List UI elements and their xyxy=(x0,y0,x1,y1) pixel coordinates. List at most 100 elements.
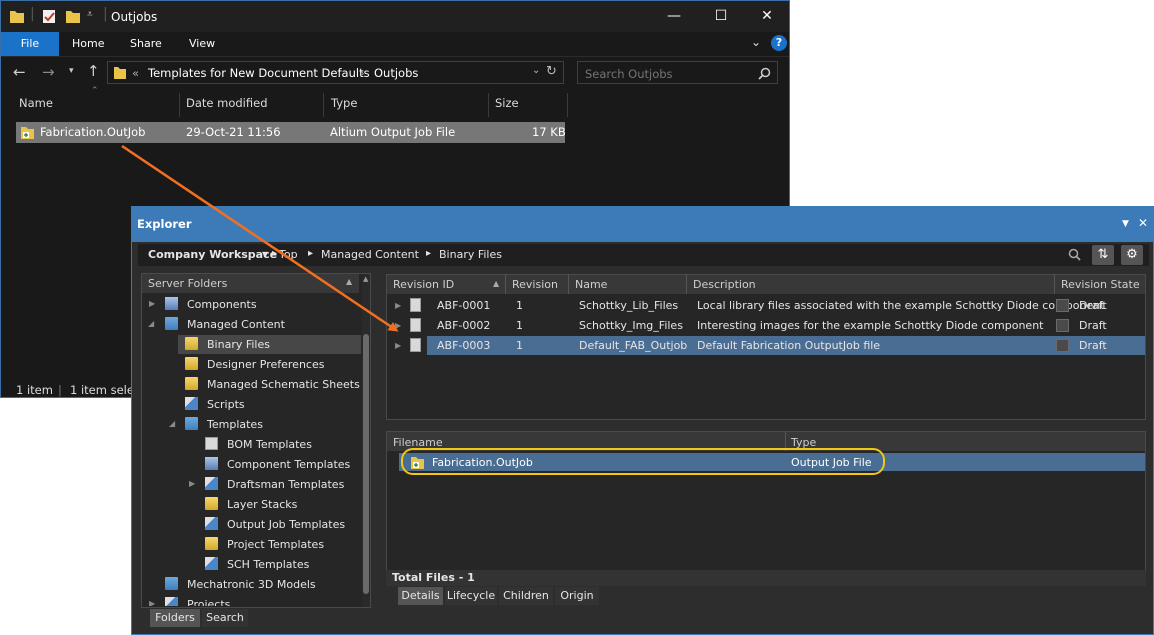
column-header-name[interactable]: Name xyxy=(575,278,607,291)
close-button[interactable]: ✕ xyxy=(744,1,790,32)
column-header-type[interactable]: Type xyxy=(331,96,357,110)
scroll-up-icon[interactable]: ▲ xyxy=(363,275,368,283)
tree-item-mechatronic-3d-models[interactable]: Mechatronic 3D Models xyxy=(142,575,361,594)
column-header-date[interactable]: Date modified xyxy=(186,96,268,110)
expand-icon[interactable]: ▶ xyxy=(149,299,155,308)
forward-arrow-icon[interactable]: → xyxy=(42,63,55,81)
panel-title-bar[interactable]: Explorer ▼ ✕ xyxy=(132,207,1153,242)
expand-ribbon-icon[interactable]: ⌄ xyxy=(751,35,761,49)
tab-home[interactable]: Home xyxy=(72,32,104,56)
quick-access-dropdown-icon[interactable]: ⩡ xyxy=(87,9,93,20)
maximize-button[interactable]: ☐ xyxy=(698,1,744,32)
breadcrumb-templates[interactable]: Templates for New Document Defaults xyxy=(148,66,370,80)
revision-row-selected[interactable]: ▶ ABF-0003 1 Default_FAB_Outjob Default … xyxy=(387,336,1145,355)
tree-item-managed-content[interactable]: ◢ Managed Content xyxy=(142,315,361,334)
tab-file[interactable]: File xyxy=(1,32,59,56)
tree-scrollbar[interactable]: ▲ xyxy=(362,274,370,607)
breadcrumb-outjobs[interactable]: Outjobs xyxy=(374,66,418,80)
path-top[interactable]: Top xyxy=(279,248,298,261)
column-header-revision-state[interactable]: Revision State xyxy=(1061,278,1140,291)
file-type: Altium Output Job File xyxy=(330,125,456,139)
file-row[interactable]: Fabrication.OutJob 29-Oct-21 11:56 Altiu… xyxy=(16,122,566,143)
sort-icon[interactable]: ▲ xyxy=(493,279,499,288)
file-name: Fabrication.OutJob xyxy=(40,125,146,139)
project-template-icon xyxy=(205,537,218,550)
path-separator-icon: ▸ xyxy=(272,248,278,259)
tree-item-components[interactable]: ▶ Components xyxy=(142,295,361,314)
recent-locations-icon[interactable]: ▾ xyxy=(69,66,74,76)
column-header-revision-id[interactable]: Revision ID xyxy=(393,278,454,291)
state-checkbox[interactable] xyxy=(1056,339,1069,352)
panel-close-icon[interactable]: ✕ xyxy=(1138,216,1148,230)
title-bar[interactable]: | ⩡ | Outjobs — ☐ ✕ xyxy=(1,1,789,32)
tree-item-component-templates[interactable]: Component Templates xyxy=(142,455,361,474)
panel-menu-icon[interactable]: ▼ xyxy=(1122,219,1129,229)
up-arrow-icon[interactable]: ↑ xyxy=(87,62,100,80)
path-binary-files[interactable]: Binary Files xyxy=(439,248,502,261)
outjob-file-icon xyxy=(21,127,34,139)
state-checkbox[interactable] xyxy=(1056,319,1069,332)
tree-item-managed-schematic-sheets[interactable]: Managed Schematic Sheets xyxy=(142,375,361,394)
tab-folders[interactable]: Folders xyxy=(150,609,200,627)
folder-icon xyxy=(10,11,24,23)
revision-row[interactable]: ▶ ABF-0002 1 Schottky_Img_Files Interest… xyxy=(387,316,1143,335)
draftsman-template-icon xyxy=(205,477,218,490)
revision-row[interactable]: ▶ ABF-0001 1 Schottky_Lib_Files Local li… xyxy=(387,296,1143,315)
properties-icon[interactable] xyxy=(41,8,57,25)
tree-item-bom-templates[interactable]: BOM Templates xyxy=(142,435,361,454)
tree-item-project-templates[interactable]: Project Templates xyxy=(142,535,361,554)
path-managed-content[interactable]: Managed Content xyxy=(321,248,419,261)
tree-header: Server Folders ▲ xyxy=(142,274,359,293)
breadcrumb-overflow[interactable]: « xyxy=(132,66,139,80)
tree-item-sch-templates[interactable]: SCH Templates xyxy=(142,555,361,574)
settings-button[interactable]: ⚙ xyxy=(1121,245,1143,265)
collapse-icon[interactable]: ◢ xyxy=(148,319,154,328)
refresh-button[interactable]: ⇅ xyxy=(1092,245,1114,265)
tab-details[interactable]: Details xyxy=(398,587,443,605)
column-header-name[interactable]: Name xyxy=(19,96,53,110)
search-input[interactable] xyxy=(578,62,757,85)
tree-item-projects[interactable]: ▶ Projects xyxy=(142,595,361,606)
column-header-size[interactable]: Size xyxy=(495,96,519,110)
expand-icon[interactable]: ▶ xyxy=(395,321,401,330)
search-box[interactable] xyxy=(577,61,778,85)
column-header-revision[interactable]: Revision xyxy=(512,278,558,291)
workspace-selector[interactable]: Company Workspace xyxy=(148,248,277,261)
address-dropdown-icon[interactable]: ⌄ xyxy=(532,65,540,76)
expand-icon[interactable]: ▶ xyxy=(395,301,401,310)
tree-item-scripts[interactable]: Scripts xyxy=(142,395,361,414)
tab-origin[interactable]: Origin xyxy=(555,587,599,605)
search-icon[interactable] xyxy=(1068,248,1082,262)
tab-lifecycle[interactable]: Lifecycle xyxy=(445,587,497,605)
tree-item-binary-files[interactable]: Binary Files xyxy=(178,335,361,354)
collapse-icon[interactable]: ◢ xyxy=(169,419,175,428)
tree-item-designer-preferences[interactable]: Designer Preferences xyxy=(142,355,361,374)
workspace-dropdown-icon[interactable]: ▼ xyxy=(262,250,268,259)
expand-icon[interactable]: ▶ xyxy=(149,599,155,606)
tab-view[interactable]: View xyxy=(189,32,215,56)
state-checkbox[interactable] xyxy=(1056,299,1069,312)
help-icon[interactable]: ? xyxy=(771,35,787,51)
search-icon[interactable] xyxy=(758,67,771,80)
tab-search[interactable]: Search xyxy=(202,609,248,627)
tree-item-draftsman-templates[interactable]: ▶ Draftsman Templates xyxy=(142,475,361,494)
minimize-button[interactable]: — xyxy=(651,1,697,32)
folder-icon xyxy=(165,317,178,330)
folder-icon xyxy=(114,67,126,79)
tree-item-layer-stacks[interactable]: Layer Stacks xyxy=(142,495,361,514)
tab-share[interactable]: Share xyxy=(130,32,162,56)
scrollbar-thumb[interactable] xyxy=(363,334,369,594)
expand-icon[interactable]: ▶ xyxy=(395,341,401,350)
sort-icon[interactable]: ▲ xyxy=(346,277,352,286)
components-icon xyxy=(165,297,178,310)
refresh-icon[interactable]: ↻ xyxy=(546,64,557,79)
sort-ascending-icon: ⌃ xyxy=(91,86,99,96)
column-header-description[interactable]: Description xyxy=(693,278,756,291)
expand-icon[interactable]: ▶ xyxy=(189,479,195,488)
tree-item-output-job-templates[interactable]: Output Job Templates xyxy=(142,515,361,534)
new-folder-icon[interactable] xyxy=(65,8,81,25)
tab-children[interactable]: Children xyxy=(499,587,553,605)
back-arrow-icon[interactable]: ← xyxy=(13,63,26,81)
tree-item-templates[interactable]: ◢ Templates xyxy=(142,415,361,434)
address-bar[interactable]: « Templates for New Document Defaults › … xyxy=(107,61,564,84)
